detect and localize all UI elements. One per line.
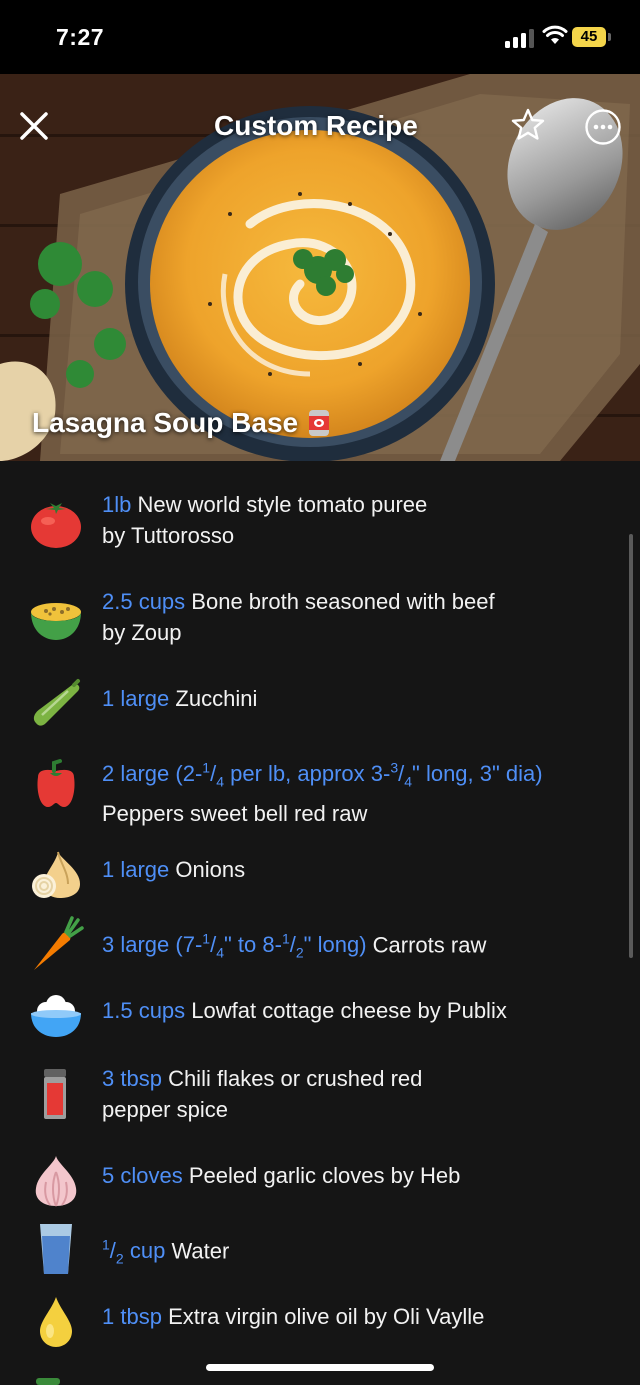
home-indicator[interactable] [206, 1364, 434, 1371]
recipe-hero-image: Custom Recipe Lasagna Soup Base [0, 74, 640, 461]
ingredient-text: 1 large Onions [102, 854, 592, 885]
tomato-icon [31, 503, 81, 548]
status-bar: 7:27 45 [0, 0, 640, 74]
cottage-cheese-icon [31, 995, 81, 1037]
next-item-peek [36, 1378, 60, 1385]
ingredient-text: 1/2 cup Water [102, 1230, 592, 1275]
carrot-icon [34, 916, 84, 970]
ingredient-name: Bone broth seasoned with beef [191, 589, 495, 614]
ingredient-brand: pepper spice [102, 1097, 228, 1122]
ingredient-amount: 1 large [102, 686, 170, 711]
ingredient-text: 5 cloves Peeled garlic cloves by Heb [102, 1160, 592, 1191]
ingredient-brand: by Tuttorosso [102, 523, 235, 548]
ingredient-name: Water [171, 1238, 230, 1264]
oil-drop-icon [40, 1297, 72, 1347]
canned-food-icon [309, 410, 330, 436]
battery-indicator: 45 [572, 27, 606, 47]
ingredient-amount: 1 large [102, 857, 170, 882]
spice-jar-icon [44, 1069, 66, 1119]
close-icon[interactable] [18, 110, 50, 142]
ingredient-text: 1 tbsp Extra virgin olive oil by Oli Vay… [102, 1301, 592, 1332]
ingredient-name: Extra virgin olive oil by Oli Vaylle [168, 1304, 485, 1329]
ingredient-amount: 1/2 cup [102, 1237, 166, 1267]
cellular-signal-icon [505, 28, 535, 48]
ingredient-text: 3 large (7-1/4" to 8-1/2" long) Carrots … [102, 924, 592, 969]
ingredient-amount: 2 large (2-1/4 per lb, approx 3-3/4" lon… [102, 760, 543, 790]
ingredient-amount: 2.5 cups [102, 589, 186, 614]
ingredient-amount: 3 large (7-1/4" to 8-1/2" long) [102, 931, 367, 961]
ingredient-amount: 3 tbsp [102, 1066, 162, 1091]
page-title: Custom Recipe [214, 110, 418, 141]
ingredient-amount: 1 tbsp [102, 1304, 162, 1329]
ingredient-amount: 5 cloves [102, 1163, 183, 1188]
wifi-icon [542, 25, 568, 44]
ingredient-name: Zucchini [175, 686, 258, 711]
status-time: 7:27 [56, 24, 105, 50]
ingredient-name: New world style tomato puree [137, 492, 428, 517]
ingredient-text: 2 large (2-1/4 per lb, approx 3-3/4" lon… [102, 753, 592, 829]
zucchini-icon [33, 679, 80, 726]
scrollbar[interactable] [629, 534, 633, 958]
garlic-icon [35, 1156, 77, 1207]
ingredient-name: Onions [175, 857, 246, 882]
ingredient-text: 1.5 cups Lowfat cottage cheese by Publix [102, 995, 592, 1026]
ingredient-name: Lowfat cottage cheese by Publix [191, 998, 507, 1023]
ingredient-list: 1lb New world style tomato puree by Tutt… [0, 461, 640, 1385]
ingredient-amount: 1.5 cups [102, 998, 186, 1023]
ingredient-name: Peeled garlic cloves by Heb [188, 1163, 461, 1188]
water-glass-icon [40, 1224, 72, 1274]
ingredient-brand: by Zoup [102, 620, 182, 645]
ingredient-name: Chili flakes or crushed red [168, 1066, 423, 1091]
ingredient-text: 1 large Zucchini [102, 683, 592, 714]
battery-tip [608, 33, 611, 41]
favorite-star-icon[interactable] [510, 107, 546, 143]
ingredient-text: 2.5 cups Bone broth seasoned with beef b… [102, 586, 592, 648]
ingredient-text: 3 tbsp Chili flakes or crushed red peppe… [102, 1063, 592, 1125]
bell-pepper-icon [37, 759, 75, 807]
recipe-name: Lasagna Soup Base [32, 407, 330, 439]
ingredient-text: 1lb New world style tomato puree by Tutt… [102, 489, 592, 551]
ingredient-amount: 1lb [102, 492, 132, 517]
ingredient-name: Peppers sweet bell red raw [102, 800, 368, 826]
onion-icon [32, 851, 80, 898]
more-options-icon[interactable] [584, 108, 622, 146]
soup-bowl-icon [31, 603, 81, 640]
ingredient-name: Carrots raw [372, 932, 487, 958]
recipe-name-text: Lasagna Soup Base [32, 407, 299, 438]
